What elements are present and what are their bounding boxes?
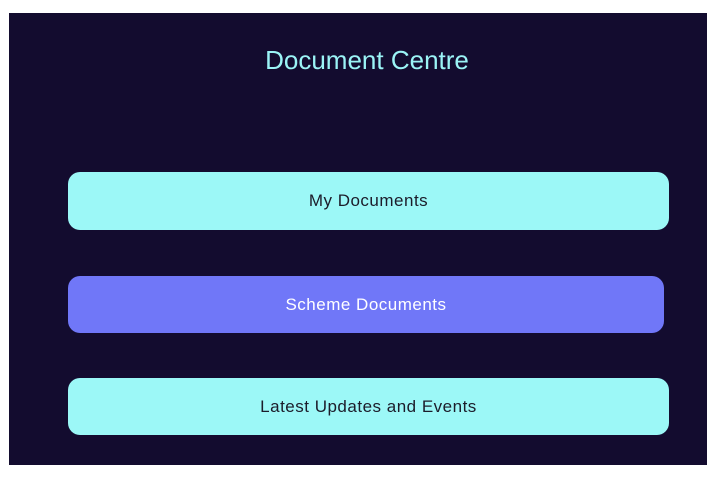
page-title: Document Centre — [265, 45, 469, 75]
document-centre-panel: Document Centre My Documents Scheme Docu… — [9, 13, 707, 465]
scheme-documents-label: Scheme Documents — [285, 294, 447, 314]
latest-updates-button[interactable]: Latest Updates and Events — [68, 378, 669, 435]
my-documents-label: My Documents — [308, 191, 429, 210]
scheme-documents-button[interactable]: Scheme Documents — [68, 276, 664, 333]
latest-updates-label: Latest Updates and Events — [260, 396, 477, 416]
my-documents-button[interactable]: My Documents — [68, 172, 669, 230]
